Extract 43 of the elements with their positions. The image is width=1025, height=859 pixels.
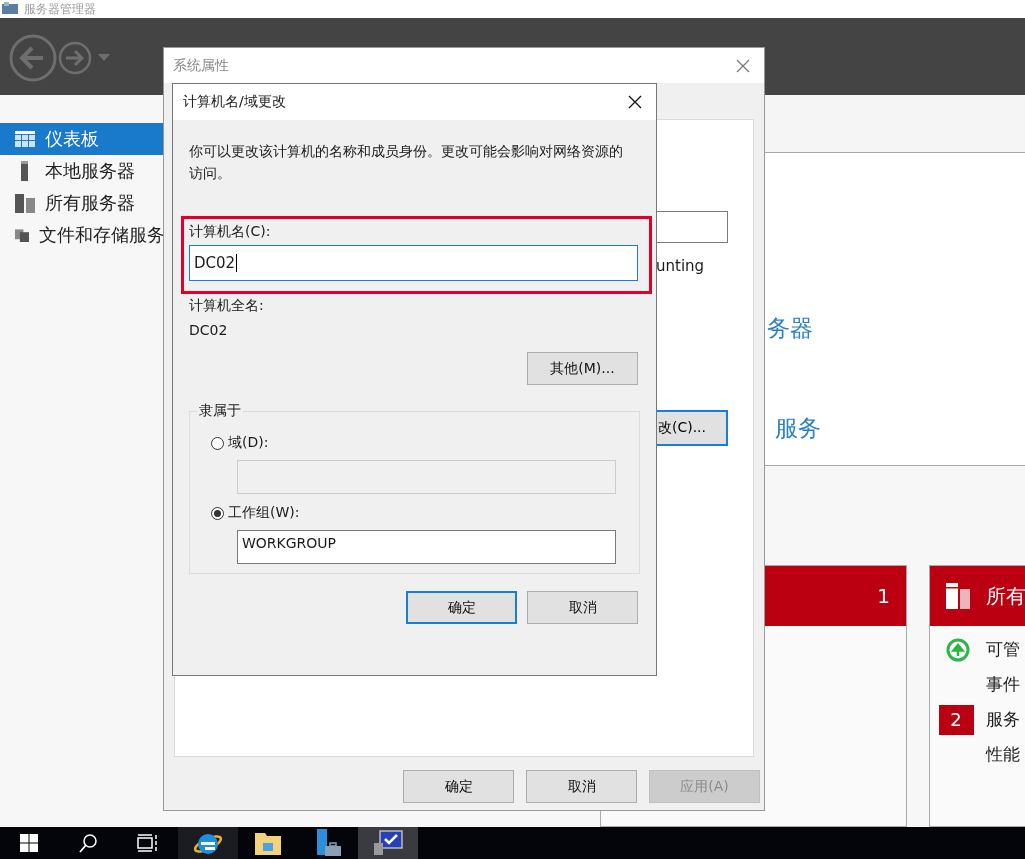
sidebar-item[interactable]: 文件和存储服务 [0, 219, 165, 251]
tile-item[interactable]: 事件 [986, 673, 1020, 696]
dialog-title: 计算机名/域更改 [183, 93, 286, 111]
close-icon[interactable] [628, 95, 642, 109]
grid-icon [15, 131, 35, 147]
dialog-button[interactable]: 确定 [403, 770, 514, 803]
computer-name-field[interactable]: DC02 [189, 245, 638, 281]
monitor-check-icon [373, 829, 403, 857]
radio-button[interactable] [211, 506, 224, 520]
field-label: 计算机全名: [189, 297, 265, 315]
section-heading[interactable]: 服务 [767, 413, 1025, 444]
field-label: 计算机名(C): [189, 223, 272, 241]
sidebar-item[interactable]: 仪表板 [0, 123, 165, 155]
tile-item[interactable]: 可管 [986, 638, 1020, 661]
tile-header[interactable]: 所有 [930, 566, 1025, 626]
servers-icon [946, 583, 972, 609]
dialog-button[interactable]: 取消 [527, 591, 638, 624]
group-title: 隶属于 [198, 402, 242, 420]
description-text: unting [656, 257, 705, 275]
full-name-value: DC02 [189, 322, 229, 338]
app-icon [2, 2, 18, 14]
window-title: 服务器管理器 [24, 1, 96, 17]
dialog-button[interactable]: 确定 [406, 591, 517, 624]
description-text: 你可以更改该计算机的名称和成员身份。更改可能会影响对网络资源的访问。 [189, 142, 624, 183]
search-icon [78, 833, 98, 853]
section-heading[interactable]: 务器 [767, 313, 1025, 344]
dialog-title: 系统属性 [173, 56, 229, 75]
sidebar-item[interactable]: 本地服务器 [0, 155, 165, 187]
count-badge: 2 [938, 704, 974, 735]
option-label[interactable]: 工作组(W): [228, 504, 300, 522]
servers-icon [15, 193, 35, 213]
task-view-icon [137, 834, 159, 852]
tile-item[interactable]: 服务 [986, 708, 1020, 731]
radio-button[interactable] [211, 436, 224, 450]
folder-icon [254, 830, 282, 856]
more-button[interactable]: 其他(M)... [527, 352, 638, 385]
tile-item[interactable]: 性能 [986, 743, 1020, 766]
taskbar-button[interactable] [178, 827, 238, 859]
option-label[interactable]: 域(D): [228, 434, 269, 452]
dialog-button[interactable]: 取消 [526, 770, 637, 803]
text-field[interactable]: WORKGROUP [237, 530, 616, 564]
windows-icon [20, 834, 38, 852]
sidebar-item[interactable]: 所有服务器 [0, 187, 165, 219]
